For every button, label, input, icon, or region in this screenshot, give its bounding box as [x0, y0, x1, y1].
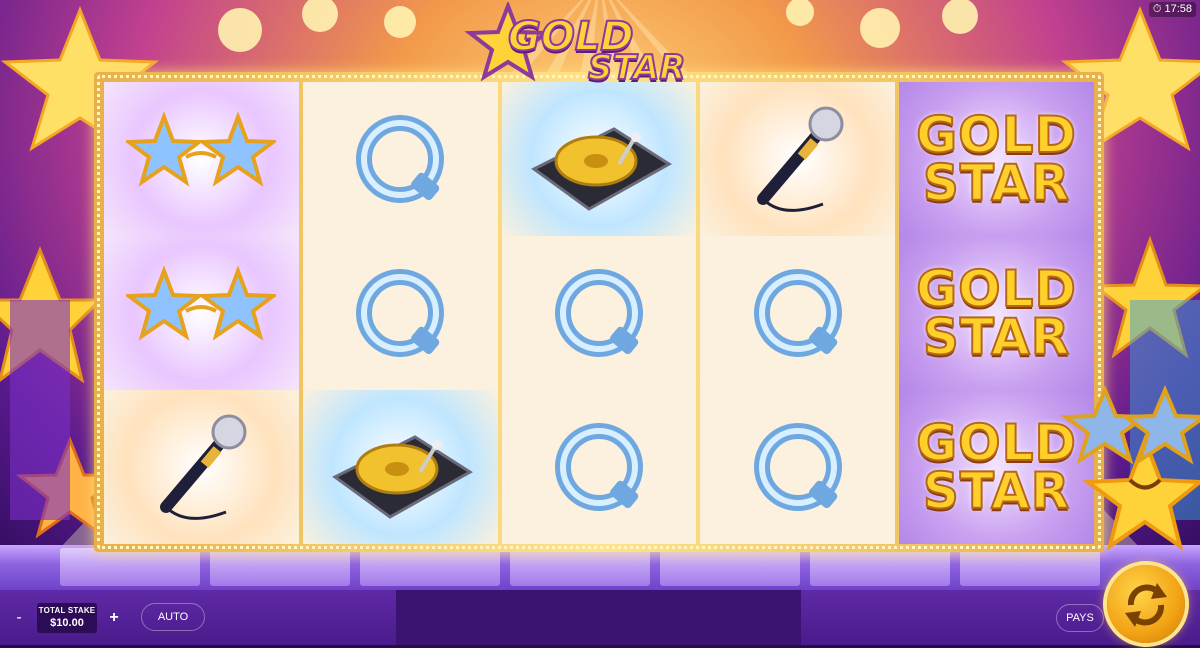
turntable-icon: [332, 435, 474, 519]
microphone-icon: [160, 414, 247, 520]
turntable-icon: [531, 127, 672, 211]
ring-symbol: [303, 82, 498, 236]
game-logo: GOLD STAR: [460, 2, 710, 90]
gold-star-wild-symbol: GOLD STAR: [899, 236, 1094, 390]
reel-2: [302, 82, 498, 544]
clock: ⏱ 17:58: [1148, 2, 1196, 17]
floor-tile: [660, 548, 800, 586]
ring-icon: [356, 115, 445, 203]
microphone-icon: [756, 106, 844, 212]
ring-icon: [356, 269, 445, 357]
wild-text-line1: GOLD: [915, 106, 1078, 164]
logo-text-star: STAR: [587, 47, 687, 89]
reel-4: [700, 82, 896, 544]
star-glasses-symbol: [104, 236, 299, 390]
spin-button[interactable]: [1107, 565, 1185, 643]
wild-symbol-text: GOLD STAR: [915, 260, 1078, 366]
floor-tile: [210, 548, 350, 586]
wild-text-line1: GOLD: [915, 260, 1078, 318]
star-glasses-icon: [126, 265, 277, 341]
wild-text-line2: STAR: [922, 308, 1071, 366]
floor-tile: [810, 548, 950, 586]
ring-symbol: [700, 236, 895, 390]
turntable-symbol: [501, 82, 697, 236]
reel-grid: GOLD STAR GOLD STAR GOLD STAR: [104, 82, 1094, 544]
star-glasses-symbol: [104, 82, 299, 236]
ring-symbol: [502, 390, 697, 544]
wild-text-line1: GOLD: [915, 414, 1078, 472]
clock-time: 17:58: [1164, 3, 1192, 15]
autoplay-button[interactable]: AUTO: [141, 603, 205, 631]
ring-symbol: [303, 236, 498, 390]
ring-icon: [753, 423, 842, 511]
wild-symbol-text: GOLD STAR: [915, 106, 1078, 212]
wild-text-line2: STAR: [922, 154, 1071, 212]
floor-tile: [510, 548, 650, 586]
total-stake-display: TOTAL STAKE $10.00: [37, 603, 97, 633]
increase-stake-button[interactable]: +: [103, 607, 125, 629]
decrease-stake-button[interactable]: -: [8, 607, 30, 629]
stake-value: $10.00: [50, 617, 84, 629]
stake-label: TOTAL STAKE: [38, 606, 96, 615]
turntable-symbol: [302, 390, 498, 544]
reel-3: [501, 82, 697, 544]
reel-1: [104, 82, 299, 544]
wild-text-line2: STAR: [922, 462, 1071, 520]
ring-icon: [554, 423, 643, 511]
gold-star-wild-symbol: GOLD STAR: [899, 82, 1094, 236]
ring-symbol: [502, 236, 697, 390]
clock-icon: ⏱: [1152, 3, 1162, 15]
floor-tile: [60, 548, 200, 586]
spin-arrows-icon: [1125, 583, 1167, 627]
microphone-symbol: [700, 82, 896, 236]
paytable-button[interactable]: PAYS: [1056, 604, 1104, 632]
star-mascot: [1060, 384, 1200, 551]
floor-tile: [360, 548, 500, 586]
wild-symbol-text: GOLD STAR: [915, 414, 1078, 520]
ring-symbol: [700, 390, 895, 544]
microphone-symbol: [104, 390, 299, 544]
ring-icon: [554, 269, 643, 357]
star-glasses-icon: [126, 111, 277, 187]
ring-icon: [753, 269, 842, 357]
